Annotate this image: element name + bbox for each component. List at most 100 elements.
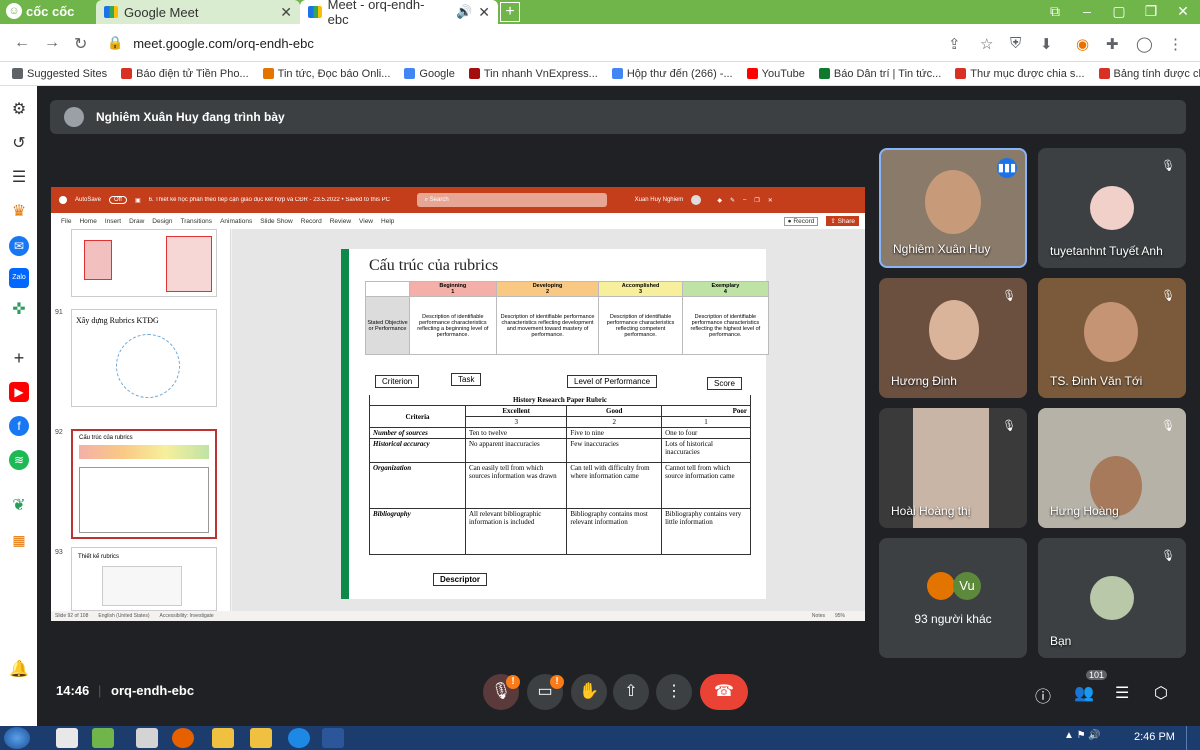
ppt-menu-record[interactable]: Record — [301, 218, 322, 225]
leave-call-button[interactable]: ☎ — [700, 674, 748, 710]
ppt-menu-transitions[interactable]: Transitions — [181, 218, 213, 225]
url-bar[interactable]: 🔒 meet.google.com/orq-endh-ebc — [95, 29, 955, 57]
game-controller-icon[interactable]: ✜ — [9, 300, 29, 320]
ppt-search-box[interactable]: ⌕ Search — [416, 193, 607, 207]
others-tile[interactable]: Vu 93 người khác — [879, 538, 1027, 658]
slide-thumbnail-92-selected[interactable]: Cấu trúc của rubrics — [71, 429, 217, 539]
bookmark-item[interactable]: Tin tức, Đọc báo Onli... — [262, 68, 390, 80]
autosave-toggle[interactable]: Off — [109, 196, 127, 204]
browser-brand[interactable]: ☺ cốc cốc — [6, 3, 74, 19]
participant-tile[interactable]: 🎙 Hoài Hoàng thị — [879, 408, 1027, 528]
ppt-menu-help[interactable]: Help — [381, 218, 394, 225]
history-icon[interactable]: ↺ — [9, 134, 29, 154]
close-tab-icon[interactable]: ✕ — [280, 4, 292, 21]
save-icon[interactable]: ▣ — [135, 197, 141, 204]
bookmark-star-icon[interactable]: ☆ — [980, 35, 993, 53]
reload-icon[interactable]: ↻ — [74, 34, 87, 54]
ppt-close-icon[interactable]: ✕ — [768, 197, 773, 204]
restore-button[interactable]: ❐ — [1136, 0, 1166, 24]
ppt-menu-file[interactable]: File — [61, 218, 71, 225]
self-tile[interactable]: 🎙 Bạn — [1038, 538, 1186, 658]
maximize-button[interactable]: ▢ — [1104, 0, 1134, 24]
bookmark-item[interactable]: Báo Dân trí | Tin tức... — [818, 68, 941, 80]
spotify-icon[interactable]: ≋ — [9, 450, 29, 470]
zoom-level[interactable]: 95% — [835, 613, 845, 619]
tab-search-icon[interactable]: ⧉ — [1040, 0, 1070, 24]
language[interactable]: English (United States) — [98, 613, 149, 619]
info-icon[interactable]: ⓘ — [1035, 683, 1051, 707]
taskbar-firefox-icon[interactable] — [172, 728, 194, 748]
ppt-minimize-icon[interactable]: – — [743, 197, 746, 203]
slide-thumbnail-93[interactable]: Thiết kế rubrics — [71, 547, 217, 611]
bookmark-item[interactable]: Hộp thư đến (266) -... — [611, 68, 733, 80]
bookmark-item[interactable]: Báo điện tử Tiền Pho... — [121, 68, 249, 80]
share-icon[interactable]: ⇪ — [948, 35, 961, 53]
messenger-icon[interactable]: ✉ — [9, 236, 29, 256]
shield-icon[interactable]: ⛨ — [1010, 35, 1021, 52]
activities-icon[interactable]: ⬡ — [1154, 683, 1168, 703]
start-button[interactable] — [4, 727, 30, 749]
speaker-icon[interactable]: 🔊 — [456, 4, 472, 20]
premium-diamond-icon[interactable]: ◆ — [717, 197, 722, 204]
tab-google-meet[interactable]: Google Meet ✕ — [96, 0, 300, 24]
tray-icons[interactable]: ▲ ⚑ 🔊 — [1064, 730, 1101, 741]
participant-tile[interactable]: 🎙 Hưng Hoàng — [1038, 408, 1186, 528]
crown-icon[interactable]: ♛ — [9, 202, 29, 222]
show-desktop-button[interactable] — [1186, 726, 1200, 750]
ppt-record-button[interactable]: ● Record — [783, 216, 819, 226]
participant-tile[interactable]: ▮▮▮ Nghiêm Xuân Huy — [879, 148, 1027, 268]
ppt-menu-animations[interactable]: Animations — [220, 218, 252, 225]
settings-gear-icon[interactable]: ⚙ — [9, 100, 29, 120]
bookmark-item[interactable]: Tin nhanh VnExpress... — [468, 68, 598, 80]
notes-button[interactable]: Notes — [812, 613, 825, 619]
people-icon[interactable]: 👥 — [1074, 683, 1094, 703]
close-tab-icon[interactable]: ✕ — [478, 4, 490, 21]
pen-icon[interactable]: ✎ — [730, 197, 735, 204]
bookmark-item[interactable]: Bảng tính được chia... — [1098, 68, 1200, 80]
back-icon[interactable]: ← — [14, 34, 30, 52]
participant-tile[interactable]: 🎙 TS. Đinh Văn Tới — [1038, 278, 1186, 398]
add-icon[interactable]: + — [9, 348, 29, 368]
taskbar-ie-icon[interactable] — [288, 728, 310, 748]
youtube-icon[interactable]: ▶ — [9, 382, 29, 402]
taskbar-folder-icon[interactable] — [250, 728, 272, 748]
extensions-icon[interactable]: ✚ — [1106, 35, 1119, 53]
ppt-menu-review[interactable]: Review — [330, 218, 351, 225]
zalo-icon[interactable]: Zalo — [9, 268, 29, 288]
download-icon[interactable]: ⬇ — [1040, 35, 1053, 53]
leaf-icon[interactable]: ❦ — [9, 496, 29, 516]
lock-icon[interactable]: 🔒 — [107, 35, 123, 51]
shopping-icon[interactable]: ▦ — [9, 530, 29, 550]
ppt-menu-design[interactable]: Design — [152, 218, 172, 225]
ppt-menu-home[interactable]: Home — [79, 218, 96, 225]
taskbar-coccoc-icon[interactable] — [92, 728, 114, 748]
taskbar-app-icon[interactable] — [56, 728, 78, 748]
ppt-menu-slideshow[interactable]: Slide Show — [260, 218, 293, 225]
ppt-menu-view[interactable]: View — [359, 218, 373, 225]
ppt-menu-draw[interactable]: Draw — [129, 218, 144, 225]
taskbar-word-icon[interactable] — [322, 728, 344, 748]
coccoc-extension-icon[interactable]: ◉ — [1076, 35, 1089, 53]
raise-hand-button[interactable]: ✋ — [571, 674, 607, 710]
taskbar-app-icon[interactable] — [136, 728, 158, 748]
participant-tile[interactable]: 🎙 Hương Đinh — [879, 278, 1027, 398]
bookmark-item[interactable]: YouTube — [746, 68, 805, 80]
bookmark-item[interactable]: Suggested Sites — [12, 68, 107, 80]
ppt-restore-icon[interactable]: ❐ — [754, 197, 759, 204]
new-tab-button[interactable]: + — [500, 2, 520, 22]
forward-icon[interactable]: → — [44, 34, 60, 52]
slide-thumbnail-91[interactable]: Xây dựng Rubrics KTĐG — [71, 309, 217, 407]
list-icon[interactable]: ☰ — [9, 168, 29, 188]
profile-icon[interactable]: ◯ — [1136, 35, 1153, 53]
notification-bell-icon[interactable]: 🔔 — [9, 660, 29, 680]
tab-meet-active[interactable]: Meet - orq-endh-ebc 🔊 ✕ — [300, 0, 498, 27]
accessibility[interactable]: Accessibility: Investigate — [160, 613, 214, 619]
present-button[interactable]: ⇧ — [613, 674, 649, 710]
ppt-menu-insert[interactable]: Insert — [105, 218, 121, 225]
bookmark-item[interactable]: Thư mục được chia s... — [955, 68, 1085, 80]
menu-icon[interactable]: ⋮ — [1168, 35, 1183, 53]
slide-thumbnail-90[interactable] — [71, 229, 217, 297]
facebook-icon[interactable]: f — [9, 416, 29, 436]
ppt-share-button[interactable]: ⇪ Share — [826, 216, 859, 226]
close-window-button[interactable]: ✕ — [1168, 0, 1198, 24]
